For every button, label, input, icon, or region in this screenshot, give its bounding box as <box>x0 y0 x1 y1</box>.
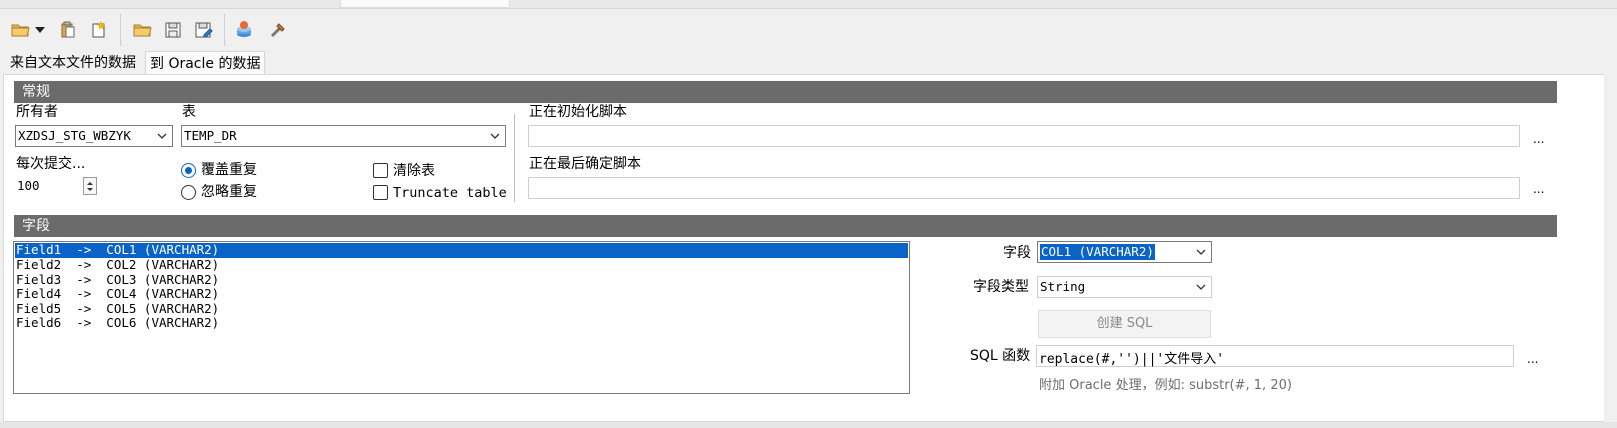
chevron-down-icon <box>157 133 167 139</box>
list-item[interactable]: Field6 -> COL6 (VARCHAR2) <box>15 316 908 331</box>
table-value: TEMP_DR <box>184 128 237 143</box>
commit-label: 每次提交... <box>16 156 86 172</box>
chevron-down-icon <box>1196 249 1206 255</box>
checkbox-clear-table-label: 清除表 <box>393 163 435 179</box>
tab-source-data[interactable]: 来自文本文件的数据 <box>6 51 140 75</box>
sql-function-browse-button[interactable]: ... <box>1527 352 1538 366</box>
list-item[interactable]: Field5 -> COL5 (VARCHAR2) <box>15 301 908 317</box>
new-icon[interactable] <box>86 18 112 42</box>
table-label: 表 <box>182 104 196 120</box>
open-icon[interactable] <box>130 18 156 42</box>
commit-value: 100 <box>17 178 40 193</box>
commit-stepper[interactable]: 100 <box>15 177 97 197</box>
checkbox-truncate-label: Truncate table <box>393 185 507 201</box>
sql-function-label: SQL 函数 <box>970 348 1031 364</box>
paste-icon[interactable] <box>55 18 81 42</box>
final-script-browse-button[interactable]: ... <box>1533 182 1544 196</box>
field-type-select[interactable]: String <box>1037 276 1212 298</box>
init-script-browse-button[interactable]: ... <box>1533 132 1544 146</box>
chevron-down-icon <box>1196 284 1206 290</box>
radio-ignore-label: 忽略重复 <box>201 184 257 200</box>
field-label: 字段 <box>1003 245 1031 261</box>
toolbar-separator <box>120 14 121 46</box>
section-header-general: 常规 <box>14 81 1557 103</box>
dropdown-arrow-icon[interactable] <box>32 18 48 42</box>
radio-overwrite[interactable] <box>181 163 196 178</box>
toolbar-separator <box>224 14 225 46</box>
owner-value: XZDSJ_STG_WBZYK <box>18 128 131 143</box>
open-folder-icon[interactable] <box>8 18 34 42</box>
field-select[interactable]: COL1 (VARCHAR2) <box>1037 241 1212 263</box>
tools-icon[interactable] <box>265 18 291 42</box>
final-script-label: 正在最后确定脚本 <box>529 156 641 172</box>
tab-oracle-data[interactable]: 到 Oracle 的数据 <box>145 51 266 75</box>
run-icon[interactable] <box>231 18 257 42</box>
checkbox-clear-table[interactable] <box>373 163 388 178</box>
chevron-down-icon <box>490 133 500 139</box>
sql-function-hint: 附加 Oracle 处理，例如: substr(#, 1, 20) <box>1039 378 1292 393</box>
bottom-strip <box>0 422 1617 428</box>
radio-ignore[interactable] <box>181 185 196 200</box>
owner-label: 所有者 <box>16 104 58 120</box>
table-select[interactable]: TEMP_DR <box>181 125 506 147</box>
radio-overwrite-label: 覆盖重复 <box>201 162 257 178</box>
tab-oracle-data-label: 到 Oracle 的数据 <box>150 56 261 72</box>
create-sql-button[interactable]: 创建 SQL <box>1038 310 1211 338</box>
list-item[interactable]: Field1 -> COL1 (VARCHAR2) <box>15 243 908 258</box>
field-value: COL1 (VARCHAR2) <box>1040 244 1155 260</box>
final-script-input[interactable] <box>528 177 1520 199</box>
checkbox-truncate[interactable] <box>373 185 388 200</box>
owner-select[interactable]: XZDSJ_STG_WBZYK <box>15 125 173 147</box>
sql-function-value: replace(#,'')||'文件导入' <box>1039 352 1225 367</box>
list-item[interactable]: Field2 -> COL2 (VARCHAR2) <box>15 258 908 273</box>
init-script-input[interactable] <box>528 125 1520 147</box>
vertical-divider <box>514 114 515 202</box>
field-mapping-list[interactable]: Field1 -> COL1 (VARCHAR2) Field2 -> COL2… <box>13 241 910 394</box>
list-item[interactable]: Field4 -> COL4 (VARCHAR2) <box>15 287 908 302</box>
field-type-label: 字段类型 <box>973 279 1029 295</box>
stepper-buttons[interactable] <box>83 177 97 195</box>
window-top-strip <box>0 0 1617 9</box>
save-as-icon[interactable] <box>191 18 217 42</box>
field-type-value: String <box>1040 279 1086 294</box>
list-item[interactable]: Field3 -> COL3 (VARCHAR2) <box>15 272 908 288</box>
init-script-label: 正在初始化脚本 <box>529 104 627 120</box>
save-icon[interactable] <box>160 18 186 42</box>
top-tab-edge <box>340 0 510 8</box>
toolbar <box>0 10 1617 50</box>
sql-function-input[interactable]: replace(#,'')||'文件导入' <box>1036 345 1514 367</box>
section-header-fields: 字段 <box>14 215 1557 237</box>
right-edge <box>1604 74 1617 422</box>
